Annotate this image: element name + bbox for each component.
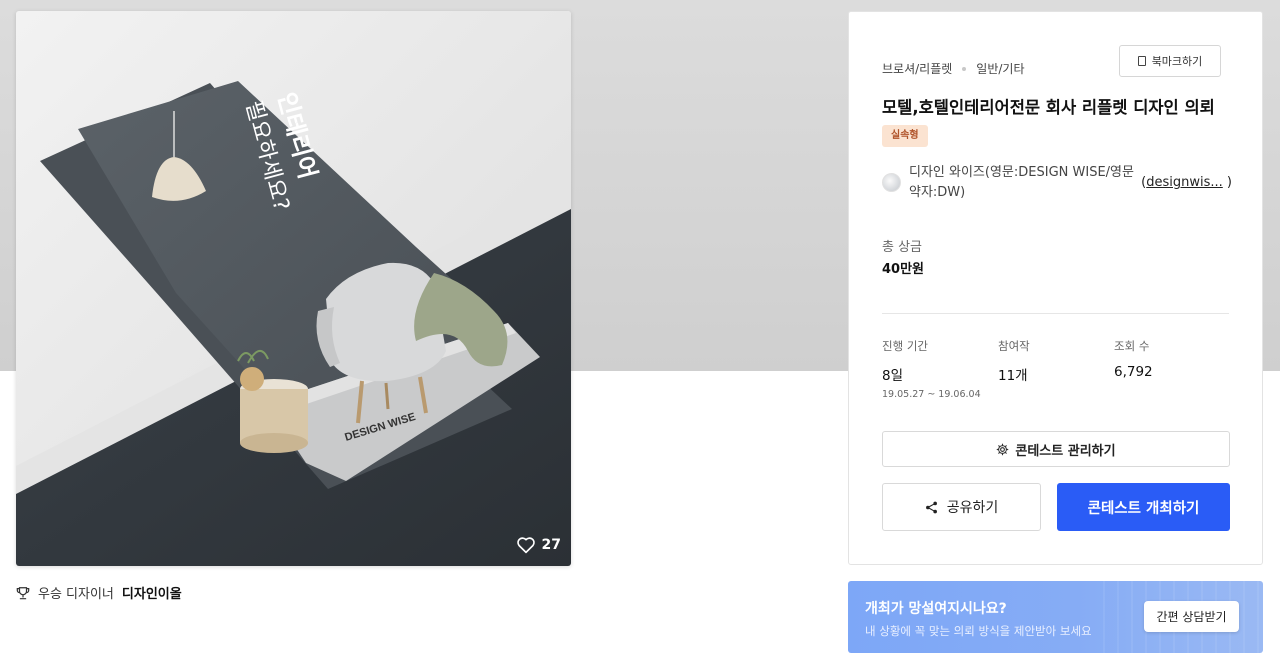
brochure-mockup-illustration: DESIGN WISE 인테리어 필요하세요?	[16, 11, 571, 566]
like-count: 27	[541, 537, 561, 553]
consult-banner[interactable]: 개최가 망설여지시나요? 내 상황에 꼭 맞는 의뢰 방식을 제안받아 보세요 …	[848, 581, 1263, 653]
divider	[882, 313, 1229, 314]
share-icon	[925, 501, 937, 513]
consult-question: 개최가 망설여지시나요?	[865, 601, 1007, 617]
bookmark-label: 북마크하기	[1151, 55, 1203, 68]
share-button[interactable]: 공유하기	[882, 483, 1041, 531]
stat-value: 11개	[998, 368, 1028, 384]
stat-label: 참여작	[998, 339, 1030, 353]
share-label: 공유하기	[946, 500, 999, 516]
contest-title: 모텔,호텔인테리어전문 회사 리플렛 디자인 의뢰	[882, 98, 1215, 117]
bookmark-button[interactable]: 북마크하기	[1119, 45, 1221, 77]
client-name: 디자인 와이즈(영문:DESIGN WISE/영문약자:DW)	[909, 165, 1134, 200]
like-button[interactable]: 27	[516, 536, 561, 554]
contest-info-panel: 브로셔/리플렛 일반/기타 북마크하기 모텔,호텔인테리어전문 회사 리플렛 디…	[848, 11, 1263, 565]
heart-icon	[516, 537, 535, 554]
stat-label: 진행 기간	[882, 339, 928, 353]
stat-date-range: 19.05.27 ~ 19.06.04	[882, 389, 981, 400]
plan-badge: 실속형	[882, 125, 928, 147]
stat-value: 6,792	[1114, 364, 1153, 380]
trophy-icon	[16, 586, 30, 599]
contest-hero-image[interactable]: DESIGN WISE 인테리어 필요하세요? 27	[16, 11, 571, 566]
manage-contest-button[interactable]: 콘테스트 관리하기	[882, 431, 1230, 467]
stat-entries: 참여작 11개	[998, 338, 1030, 384]
manage-contest-label: 콘테스트 관리하기	[1015, 443, 1116, 459]
stat-duration: 진행 기간 8일 19.05.27 ~ 19.06.04	[882, 338, 981, 400]
bookmark-icon	[1137, 56, 1146, 66]
breadcrumb-separator	[962, 66, 967, 71]
breadcrumb-subcategory[interactable]: 일반/기타	[976, 60, 1024, 77]
consult-button[interactable]: 간편 상담받기	[1144, 601, 1239, 632]
avatar	[882, 173, 901, 192]
gear-icon	[997, 443, 1009, 455]
prize-label: 총 상금	[882, 240, 923, 255]
prize-value: 40만원	[882, 262, 925, 277]
stat-views: 조회 수 6,792	[1114, 338, 1153, 380]
breadcrumb: 브로셔/리플렛 일반/기타	[882, 60, 1025, 77]
winner-designer: 우승 디자이너 디자인이올	[16, 583, 182, 602]
winner-label: 우승 디자이너	[38, 587, 114, 602]
stat-value: 8일	[882, 368, 904, 384]
winner-name[interactable]: 디자인이올	[122, 583, 182, 602]
open-contest-button[interactable]: 콘테스트 개최하기	[1057, 483, 1230, 531]
client-id[interactable]: (designwis... )	[1141, 173, 1232, 193]
stat-label: 조회 수	[1114, 339, 1150, 353]
client-info: 디자인 와이즈(영문:DESIGN WISE/영문약자:DW) (designw…	[882, 163, 1232, 203]
consult-subtext: 내 상황에 꼭 맞는 의뢰 방식을 제안받아 보세요	[865, 624, 1092, 638]
breadcrumb-category[interactable]: 브로셔/리플렛	[882, 60, 952, 77]
client-id-link[interactable]: designwis...	[1146, 173, 1223, 193]
